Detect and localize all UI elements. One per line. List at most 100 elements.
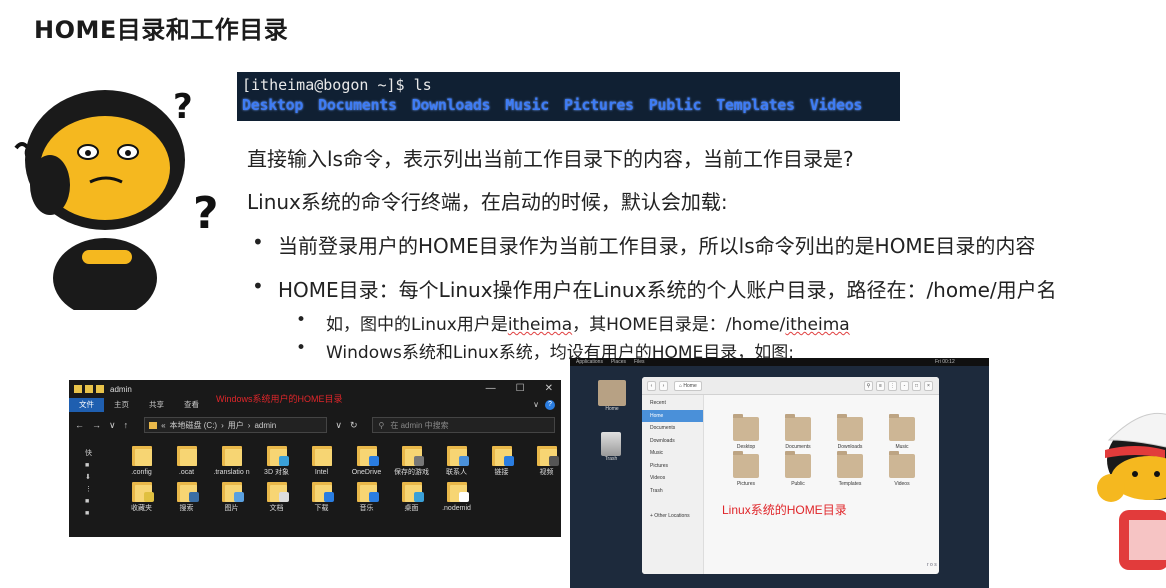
desktop-trash-icon[interactable]: Trash xyxy=(601,432,621,462)
folder-icon xyxy=(889,414,915,441)
files-sidebar: Recent Home Documents Downloads Music Picture… xyxy=(642,395,704,574)
breadcrumb-part[interactable]: admin xyxy=(254,421,276,430)
sidebar-item[interactable]: + Other Locations xyxy=(642,510,703,523)
folder-item[interactable]: Templates xyxy=(824,451,876,487)
sidebar-item[interactable]: Trash xyxy=(642,485,703,498)
explorer-file-item[interactable]: 图片 xyxy=(209,480,254,513)
sidebar-item xyxy=(642,497,703,510)
sidebar-item[interactable]: ⋮ xyxy=(85,484,99,496)
quick-access-toolbar xyxy=(74,385,104,393)
terminal-entry: Downloads xyxy=(411,96,491,114)
explorer-file-item[interactable]: 保存的游戏 xyxy=(389,444,434,477)
close-icon[interactable]: × xyxy=(924,381,933,391)
address-bar[interactable]: « 本地磁盘 (C:) › 用户 › admin xyxy=(144,417,328,433)
sidebar-item[interactable]: 快 xyxy=(85,448,99,460)
folder-item[interactable]: Videos xyxy=(876,451,928,487)
tab-view[interactable]: 查看 xyxy=(174,398,209,412)
explorer-file-item[interactable]: .nodemid xyxy=(434,480,479,513)
sidebar-item[interactable]: ■ xyxy=(85,460,99,472)
maximize-icon[interactable]: □ xyxy=(912,381,921,391)
forward-arrow-icon[interactable]: → xyxy=(92,420,101,430)
sidebar-item[interactable]: Videos xyxy=(642,472,703,485)
explorer-file-item[interactable]: OneDrive xyxy=(344,444,389,477)
minimize-button[interactable]: — xyxy=(486,383,496,394)
sidebar-item[interactable]: Documents xyxy=(642,422,703,435)
maximize-button[interactable]: ☐ xyxy=(516,383,525,394)
explorer-file-item[interactable]: 下载 xyxy=(299,480,344,513)
folder-label: Documents xyxy=(785,444,811,450)
folder-icon xyxy=(149,421,158,429)
explorer-file-item[interactable]: Intel xyxy=(299,444,344,477)
desktop-watermark-text: r o s xyxy=(927,562,937,568)
folder-item[interactable]: Pictures xyxy=(720,451,772,487)
terminal-entry: Documents xyxy=(318,96,397,114)
topbar-item[interactable]: Places xyxy=(611,359,626,365)
sidebar-item[interactable]: Downloads xyxy=(642,435,703,448)
windows-home-annotation: Windows系统用户的HOME目录 xyxy=(216,394,343,404)
folder-icon xyxy=(446,444,469,466)
sidebar-item[interactable]: Home xyxy=(642,409,703,422)
folder-icon xyxy=(401,444,424,466)
explorer-file-item[interactable]: 音乐 xyxy=(344,480,389,513)
folder-item[interactable]: Public xyxy=(772,451,824,487)
folder-icon xyxy=(356,480,379,502)
explorer-file-item[interactable]: 文档 xyxy=(254,480,299,513)
folder-item[interactable]: Downloads xyxy=(824,414,876,450)
minimize-icon[interactable]: - xyxy=(900,381,909,391)
explorer-file-item[interactable]: 联系人 xyxy=(434,444,479,477)
bullet-dot: • xyxy=(296,338,307,358)
explorer-file-item[interactable]: 收藏夹 xyxy=(119,480,164,513)
recent-dropdown-icon[interactable]: ∨ xyxy=(109,420,116,431)
folder-item[interactable]: Desktop xyxy=(720,414,772,450)
explorer-file-item[interactable]: 视频 xyxy=(524,444,561,477)
tab-share[interactable]: 共享 xyxy=(139,398,174,412)
breadcrumb-part[interactable]: 本地磁盘 (C:) xyxy=(170,420,218,431)
breadcrumb-part[interactable]: 用户 xyxy=(228,420,244,431)
file-item-label: 搜索 xyxy=(179,505,194,512)
file-item-label: 文档 xyxy=(269,505,284,512)
refresh-icon[interactable]: ↻ xyxy=(350,420,358,431)
sidebar-item[interactable]: ■ xyxy=(85,496,99,508)
sort-icon[interactable]: ⋮ xyxy=(888,381,897,391)
explorer-file-item[interactable]: .config xyxy=(119,444,164,477)
explorer-file-item[interactable]: 3D 对象 xyxy=(254,444,299,477)
bullet-item: • 当前登录用户的HOME目录作为当前工作目录，所以ls命令列出的是HOME目录… xyxy=(252,230,1035,259)
explorer-file-item[interactable]: .translatio n xyxy=(209,444,254,477)
search-input[interactable]: ⚲ 在 admin 中搜索 xyxy=(371,417,555,433)
explorer-file-item[interactable]: 链接 xyxy=(479,444,524,477)
sidebar-item[interactable]: Music xyxy=(642,447,703,460)
path-breadcrumb[interactable]: ⌂ Home xyxy=(674,380,702,391)
sidebar-item[interactable]: Recent xyxy=(642,397,703,410)
topbar-item[interactable]: Files xyxy=(634,359,645,365)
back-arrow-icon[interactable]: ‹ xyxy=(647,380,656,391)
explorer-file-item[interactable]: 搜索 xyxy=(164,480,209,513)
list-view-icon[interactable]: ≡ xyxy=(876,381,885,391)
chevron-down-icon[interactable]: ∨ xyxy=(533,400,539,410)
forward-arrow-icon[interactable]: › xyxy=(659,380,668,391)
help-icon[interactable]: ? xyxy=(545,400,555,410)
explorer-file-item[interactable]: 桌面 xyxy=(389,480,434,513)
sidebar-item[interactable]: ⬇ xyxy=(85,472,99,484)
files-headerbar: ‹ › ⌂ Home ⚲ ≡ ⋮ - □ × xyxy=(642,377,939,395)
up-arrow-icon[interactable]: ↑ xyxy=(124,420,129,430)
topbar-item[interactable]: Applications xyxy=(576,359,603,365)
folder-icon xyxy=(446,480,469,502)
folder-item[interactable]: Documents xyxy=(772,414,824,450)
explorer-file-item[interactable]: .ocat xyxy=(164,444,209,477)
close-button[interactable]: ✕ xyxy=(545,383,553,394)
desktop-home-icon[interactable]: Home xyxy=(598,380,626,412)
tab-home[interactable]: 主页 xyxy=(104,398,139,412)
files-window: ‹ › ⌂ Home ⚲ ≡ ⋮ - □ × Recent Home Documen… xyxy=(642,377,939,574)
sidebar-item[interactable]: ■ xyxy=(85,508,99,520)
back-arrow-icon[interactable]: ← xyxy=(75,420,84,430)
folder-item[interactable]: Music xyxy=(876,414,928,450)
dropdown-icon[interactable]: ∨ xyxy=(335,420,342,431)
sidebar-item[interactable]: Pictures xyxy=(642,460,703,473)
tab-file[interactable]: 文件 xyxy=(69,398,104,412)
search-icon[interactable]: ⚲ xyxy=(864,381,873,391)
file-item-label: 联系人 xyxy=(446,469,467,476)
file-item-label: 3D 对象 xyxy=(264,469,289,476)
folder-icon xyxy=(785,414,811,441)
folder-label: Desktop xyxy=(736,444,756,450)
linux-files-screenshot: Applications Places Files Fri 00:12 Home… xyxy=(570,358,989,588)
